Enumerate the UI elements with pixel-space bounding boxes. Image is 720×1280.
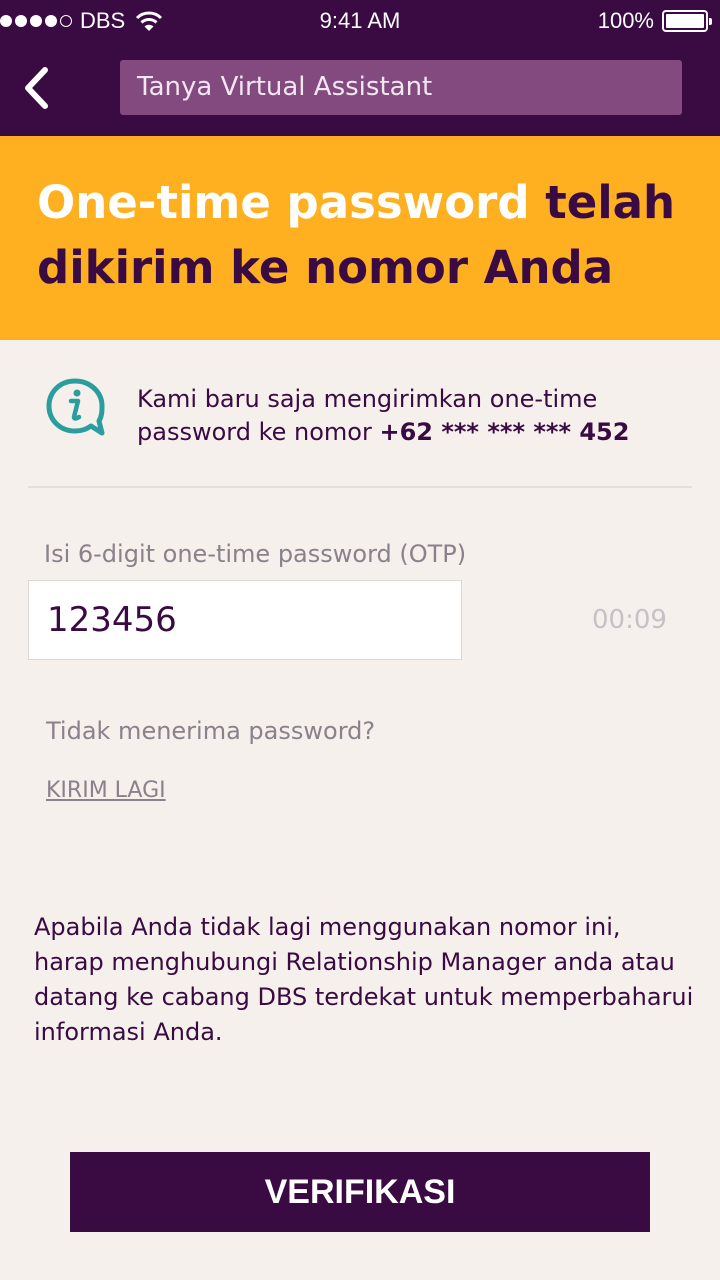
otp-countdown-timer: 00:09 <box>592 605 667 635</box>
virtual-assistant-search[interactable]: Tanya Virtual Assistant <box>120 60 682 115</box>
otp-info-text: Kami baru saja mengirimkan one-time pass… <box>137 383 697 449</box>
top-bar: DBS 9:41 AM 100% Tanya Virtual Assistant <box>0 0 720 136</box>
battery-icon <box>662 10 712 32</box>
phone-change-note: Apabila Anda tidak lagi menggunakan nomo… <box>34 913 694 1046</box>
back-chevron-icon[interactable] <box>18 64 58 112</box>
not-received-question: Tidak menerima password? <box>46 717 376 745</box>
resend-link[interactable]: KIRIM LAGI <box>46 778 166 803</box>
banner-title-highlight: One-time password <box>37 176 530 229</box>
otp-sent-banner: One-time password telah dikirim ke nomor… <box>0 136 720 340</box>
status-bar: DBS 9:41 AM 100% <box>0 0 720 44</box>
battery-percent: 100% <box>597 8 654 33</box>
otp-input[interactable] <box>28 580 462 660</box>
otp-field-label: Isi 6-digit one-time password (OTP) <box>44 540 467 568</box>
info-chat-icon <box>46 378 105 436</box>
verify-button[interactable]: VERIFIKASI <box>70 1152 650 1232</box>
divider <box>28 486 692 488</box>
masked-phone-number: +62 *** *** *** 452 <box>379 418 630 446</box>
